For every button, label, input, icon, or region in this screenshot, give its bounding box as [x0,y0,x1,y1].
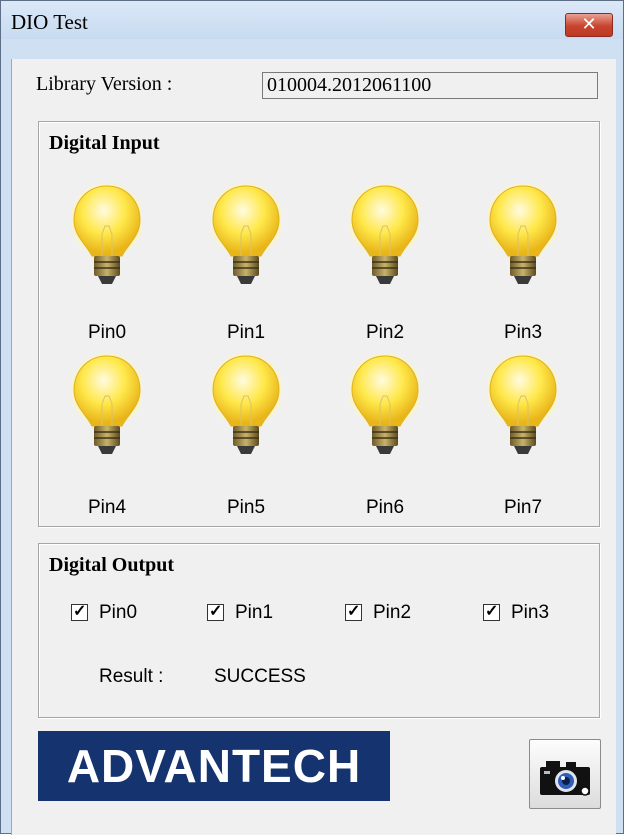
checkbox-box[interactable]: ✓ [71,603,88,621]
checkbox-label: Pin1 [235,602,274,623]
lightbulb-on-icon [486,182,560,302]
close-button[interactable]: ✕ [565,13,613,37]
digital-output-group: Digital Output ✓ Pin0 ✓ Pin1 ✓ Pin2 ✓ Pin3 Resu… [38,543,600,718]
checkbox-box[interactable]: ✓ [345,603,362,621]
check-icon: ✓ [209,603,223,620]
lightbulb-on-icon [348,182,422,302]
check-icon: ✓ [347,603,361,620]
digital-input-title: Digital Input [49,132,160,154]
camera-icon [540,761,590,796]
lightbulb-on-icon [70,182,144,302]
digital-input-pin7-label: Pin7 [503,497,543,518]
window-title: DIO Test [11,10,88,34]
dio-test-window: DIO Test ✕ Library Version : 010004.2012… [0,0,624,835]
lightbulb-on-icon [70,352,144,472]
library-version-field[interactable]: 010004.2012061100 [262,72,598,99]
lightbulb-on-icon [209,182,283,302]
digital-input-pin3-label: Pin3 [503,322,543,343]
digital-output-title: Digital Output [49,554,175,576]
checkbox-label: Pin2 [373,602,412,623]
library-version-label: Library Version : [36,73,173,95]
digital-input-pin2-label: Pin2 [365,322,405,343]
client-area: Library Version : 010004.2012061100 Digi… [11,59,616,835]
checkbox-label: Pin0 [99,602,138,623]
result-label: Result : [99,666,164,687]
digital-input-pin6-label: Pin6 [365,497,405,518]
checkbox-box[interactable]: ✓ [207,603,224,621]
checkbox-box[interactable]: ✓ [483,603,500,621]
digital-input-pin1-label: Pin1 [226,322,266,343]
digital-input-pin4-label: Pin4 [87,497,127,518]
checkbox-label: Pin3 [511,602,550,623]
lightbulb-on-icon [209,352,283,472]
advantech-logo: ADVANTECH [38,731,390,801]
title-bar[interactable]: DIO Test ✕ [1,1,623,39]
digital-input-pin5-label: Pin5 [226,497,266,518]
lightbulb-on-icon [486,352,560,472]
digital-input-group: Digital Input Pin0 Pin1 Pin2 Pin3 Pin4 P… [38,121,600,527]
check-icon: ✓ [73,603,87,620]
result-value: SUCCESS [214,666,306,687]
digital-input-pin0-label: Pin0 [87,322,127,343]
check-icon: ✓ [485,603,499,620]
camera-button[interactable] [529,739,601,809]
lightbulb-on-icon [348,352,422,472]
logo-text: ADVANTECH [66,740,362,792]
